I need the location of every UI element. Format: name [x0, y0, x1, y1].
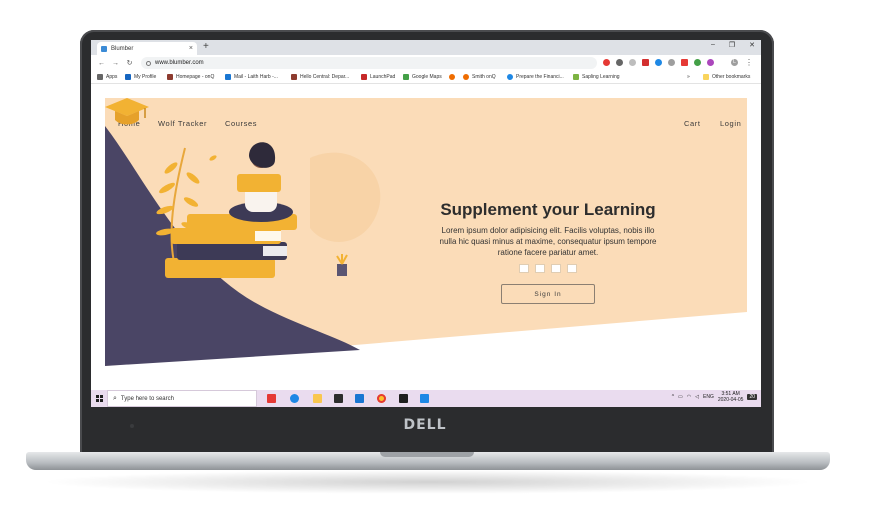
- brand-logo: DELL: [403, 417, 447, 433]
- window-controls: – ❐ ✕: [711, 41, 755, 49]
- bookmark-icon: [167, 74, 173, 80]
- bookmark-item[interactable]: Hello Central: Depar...: [291, 74, 349, 80]
- extension-icon[interactable]: [668, 59, 675, 66]
- maps-icon: [403, 74, 409, 80]
- screen: Blumber × + – ❐ ✕ ← → ↻ www.blumber.com: [91, 40, 761, 407]
- sign-in-button[interactable]: Sign In: [501, 284, 595, 304]
- chrome-icon[interactable]: [377, 394, 386, 403]
- close-tab-icon[interactable]: ×: [189, 45, 193, 52]
- clock-date: 2020-04-05: [717, 397, 744, 403]
- extension-icon[interactable]: [694, 59, 701, 66]
- laptop-notch: [380, 452, 474, 457]
- extension-icon[interactable]: [707, 59, 714, 66]
- mail-icon: [225, 74, 231, 80]
- language-indicator[interactable]: ENG: [703, 394, 714, 400]
- file-explorer-icon[interactable]: [313, 394, 322, 403]
- app-icon[interactable]: [267, 394, 276, 403]
- bookmark-item[interactable]: Google Maps: [403, 74, 442, 80]
- notifications-icon[interactable]: 20: [747, 394, 757, 400]
- mail-app-icon[interactable]: [355, 394, 364, 403]
- network-icon[interactable]: ◠: [687, 394, 691, 400]
- nav-cart[interactable]: Cart: [684, 119, 701, 128]
- extension-icon[interactable]: [681, 59, 688, 66]
- forward-icon[interactable]: →: [112, 60, 119, 67]
- volume-icon[interactable]: ◁: [695, 394, 699, 400]
- bookmark-apps[interactable]: Apps: [97, 74, 117, 80]
- bookmark-item[interactable]: My Profile: [125, 74, 156, 80]
- nav-wolf-tracker[interactable]: Wolf Tracker: [158, 119, 207, 128]
- bookmark-item[interactable]: LaunchPad: [361, 74, 395, 80]
- extension-icon[interactable]: [642, 59, 649, 66]
- start-button[interactable]: [91, 390, 107, 407]
- address-bar[interactable]: www.blumber.com: [141, 57, 597, 69]
- back-icon[interactable]: ←: [98, 60, 105, 67]
- bookmark-icon: [361, 74, 367, 80]
- windows-taskbar: ⌕ Type here to search ^ ▭ ◠ ◁ ENG 3:51 A…: [91, 390, 761, 407]
- apps-grid-icon: [97, 74, 103, 80]
- favicon-icon: [101, 45, 107, 52]
- bookmark-item[interactable]: Prepare the Financi...: [507, 74, 564, 80]
- bookmark-item[interactable]: Homepage - onQ: [167, 74, 214, 80]
- site-info-icon[interactable]: [146, 60, 151, 66]
- reload-icon[interactable]: ↻: [126, 59, 133, 67]
- windows-logo-icon: [95, 395, 103, 402]
- tray-chevron-icon[interactable]: ^: [672, 394, 674, 400]
- close-window-icon[interactable]: ✕: [749, 41, 755, 49]
- carousel-dot[interactable]: [551, 264, 561, 273]
- minimize-icon[interactable]: –: [711, 41, 715, 49]
- system-tray: ^ ▭ ◠ ◁ ENG 3:51 AM 2020-04-05 20: [672, 391, 757, 403]
- carousel-dot[interactable]: [567, 264, 577, 273]
- bookmark-item[interactable]: Sapling Learning: [573, 74, 620, 80]
- bookmark-item[interactable]: [449, 74, 458, 80]
- browser-menu-icon[interactable]: ⋮: [745, 58, 753, 67]
- bookmarks-overflow-icon[interactable]: »: [687, 74, 690, 80]
- bookmark-icon: [507, 74, 513, 80]
- laptop-shadow: [40, 470, 816, 494]
- laptop-mockup: DELL Blumber × + – ❐ ✕ ← → ↻ www.blumber…: [0, 0, 871, 529]
- bookmark-icon: [291, 74, 297, 80]
- carousel-dot[interactable]: [519, 264, 529, 273]
- maximize-icon[interactable]: ❐: [729, 41, 735, 49]
- store-icon[interactable]: [334, 394, 343, 403]
- bookmark-icon: [125, 74, 131, 80]
- search-icon: ⌕: [113, 394, 117, 402]
- graduation-cap-icon: [105, 98, 149, 125]
- browser-tab[interactable]: Blumber ×: [97, 42, 197, 55]
- extension-icon[interactable]: [603, 59, 610, 66]
- bookmark-item[interactable]: Mail - Laith Harb -...: [225, 74, 278, 80]
- other-bookmarks[interactable]: Other bookmarks: [703, 74, 750, 80]
- carousel-indicators: [519, 264, 577, 273]
- extension-icon[interactable]: [629, 59, 636, 66]
- new-tab-icon[interactable]: +: [203, 41, 209, 52]
- vscode-icon[interactable]: [420, 394, 429, 403]
- nav-courses[interactable]: Courses: [225, 119, 257, 128]
- url-text: www.blumber.com: [155, 60, 204, 66]
- tab-strip: Blumber × + – ❐ ✕: [91, 40, 761, 55]
- clock[interactable]: 3:51 AM 2020-04-05: [718, 391, 744, 403]
- battery-icon[interactable]: ▭: [678, 394, 683, 400]
- bookmark-icon: [463, 74, 469, 80]
- carousel-dot[interactable]: [535, 264, 545, 273]
- search-placeholder: Type here to search: [120, 395, 174, 402]
- webcam: [130, 424, 134, 428]
- edge-icon[interactable]: [290, 394, 299, 403]
- profile-avatar[interactable]: L: [731, 59, 738, 66]
- folder-icon: [703, 74, 709, 80]
- bookmark-item[interactable]: Smith onQ: [463, 74, 496, 80]
- nav-login[interactable]: Login: [720, 119, 741, 128]
- extension-icon[interactable]: [655, 59, 662, 66]
- hero-headline: Supplement your Learning: [440, 200, 656, 219]
- hero-description: Lorem ipsum dolor adipisicing elit. Faci…: [439, 226, 657, 257]
- terminal-icon[interactable]: [399, 394, 408, 403]
- extension-icon[interactable]: [616, 59, 623, 66]
- browser-toolbar: ← → ↻ www.blumber.com L ⋮: [91, 55, 761, 71]
- bookmark-icon: [573, 74, 579, 80]
- tab-title: Blumber: [111, 45, 134, 52]
- bookmark-icon: [449, 74, 455, 80]
- taskbar-search[interactable]: ⌕ Type here to search: [107, 390, 257, 407]
- hero-section: Home Wolf Tracker Courses Cart Login Sup…: [105, 98, 747, 366]
- web-page: Home Wolf Tracker Courses Cart Login Sup…: [91, 84, 761, 390]
- bookmarks-bar: Apps My Profile Homepage - onQ Mail - La…: [91, 71, 761, 84]
